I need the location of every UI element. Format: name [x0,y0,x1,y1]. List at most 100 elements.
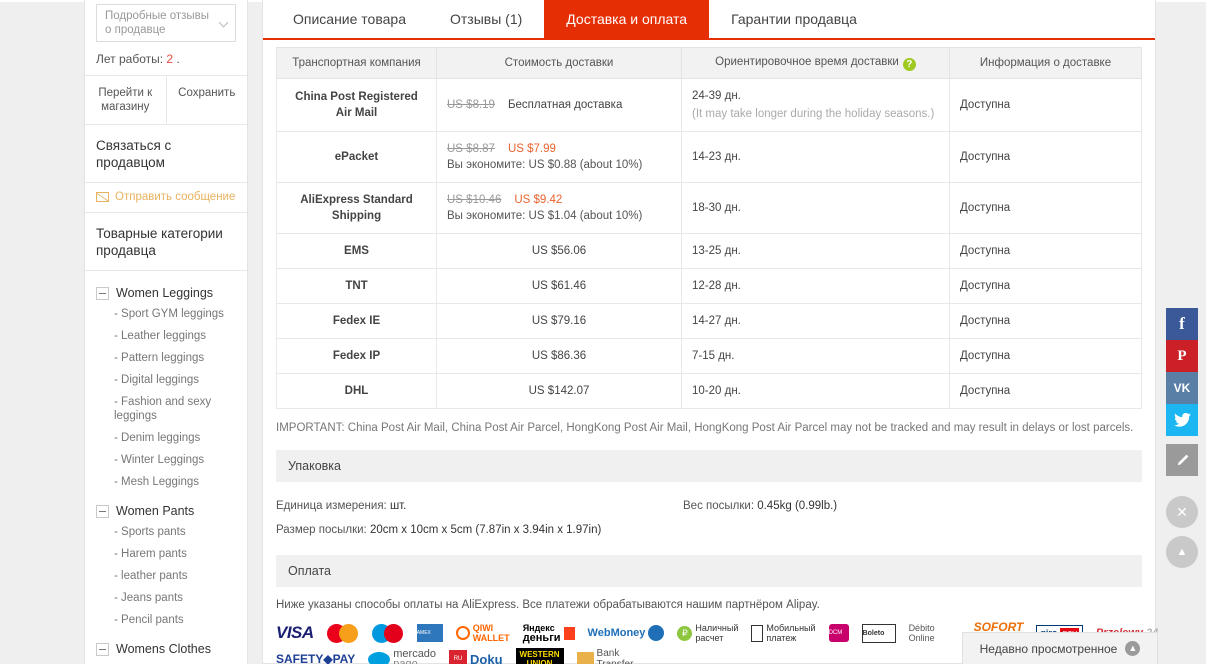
table-row: TNT US $61.46 12-28 дн. Доступна [276,268,1142,304]
th-time-label: Ориентировочное время доставки [715,56,899,68]
old-price: US $8.87 [447,143,495,155]
maestro-icon [371,623,404,643]
cell-cost: US $86.36 [436,338,682,374]
cell-cost: US $8.19 Бесплатная доставка [436,78,682,132]
collapse-minus-icon[interactable] [96,642,109,656]
cell-company: AliExpress Standard Shipping [276,182,437,234]
table-row: Fedex IP US $86.36 7-15 дн. Доступна [276,338,1142,374]
tab-seller-guarantees[interactable]: Гарантии продавца [709,0,879,40]
shipping-table-wrap: Транспортная компания Стоимость доставки… [263,47,1155,409]
collapse-minus-icon[interactable] [96,504,109,518]
cell-info: Доступна [949,233,1142,269]
seller-reviews-dropdown-label: Подробные отзывы о продавце [105,10,210,36]
category-item[interactable]: - Mesh Leggings [96,471,236,493]
chevron-up-icon[interactable]: ▲ [1125,641,1141,656]
th-cost: Стоимость доставки [436,47,682,79]
cell-time: 7-15 дн. [681,338,950,374]
webmoney-icon: WebMoney [588,625,665,641]
table-header-row: Транспортная компания Стоимость доставки… [276,47,1142,79]
seller-action-buttons: Перейти к магазину Сохранить [85,76,247,125]
edit-pencil-icon[interactable] [1166,444,1198,476]
tab-bar: Описание товара Отзывы (1) Доставка и оп… [263,0,1155,40]
payment-note: Ниже указаны способы оплаты на AliExpres… [276,599,820,611]
th-time: Ориентировочное время доставки? [681,47,950,79]
category-item[interactable]: - Pattern leggings [96,347,236,369]
tab-reviews[interactable]: Отзывы (1) [428,0,544,40]
category-item[interactable]: - Jeans pants [96,587,236,609]
goto-store-button[interactable]: Перейти к магазину [85,76,166,124]
important-note: IMPORTANT: China Post Air Mail, China Po… [276,422,1134,434]
category-item[interactable]: - Leather leggings [96,325,236,347]
category-header-women-leggings[interactable]: Women Leggings [96,283,236,303]
twitter-bird-glyph [1173,413,1191,427]
unit-value: шт. [389,500,407,512]
category-group: Womens Clothes - Crop Top - T-Shirts [96,639,236,664]
category-header-womens-clothes[interactable]: Womens Clothes [96,639,236,659]
category-name: Women Leggings [116,286,214,300]
cell-cost: US $61.46 [436,268,682,304]
envelope-icon [96,192,109,202]
send-message-link[interactable]: Отправить сообщение [85,183,247,213]
close-icon[interactable]: ✕ [1166,496,1198,528]
packaging-details: Единица измерения: шт. Размер посылки: 2… [263,482,1155,542]
category-name: Womens Clothes [116,642,211,656]
category-item[interactable]: - Sport GYM leggings [96,303,236,325]
price: US $9.42 [514,194,563,206]
category-item[interactable]: - Crop Top [96,659,236,664]
unit-label: Единица измерения: [276,500,387,512]
category-item[interactable]: - Denim leggings [96,427,236,449]
category-header-women-pants[interactable]: Women Pants [96,501,236,521]
cell-info: Доступна [949,338,1142,374]
years-label: Лет работы: [96,52,164,66]
seller-category-tree: Women Leggings - Sport GYM leggings - Le… [85,271,247,664]
twitter-icon[interactable] [1166,404,1198,436]
table-row: AliExpress Standard Shipping US $10.46 U… [276,182,1142,234]
mercado-pago-icon: mercado pago [368,649,436,664]
yandex-money-icon: Яндекс деньги [523,623,575,644]
years-in-business: Лет работы: 2 . [85,42,247,76]
time-range: 24-39 дн. [692,90,741,102]
cell-company: TNT [276,268,437,304]
category-item[interactable]: - Sports pants [96,521,236,543]
help-icon[interactable]: ? [902,58,916,71]
contact-seller-title: Связаться с продавцом [85,125,247,183]
facebook-icon[interactable]: f [1166,308,1198,340]
scroll-top-icon[interactable]: ▲ [1166,536,1198,568]
payment-section-title: Оплата [276,555,1142,587]
cell-company: Fedex IP [276,338,437,374]
packaging-section-title: Упаковка [276,450,1142,482]
table-row: DHL US $142.07 10-20 дн. Доступна [276,373,1142,409]
western-union-icon: WESTERN UNION [515,648,564,664]
vk-icon[interactable]: VK [1166,372,1198,404]
recently-viewed-bar[interactable]: Недавно просмотренное ▲ [962,632,1158,664]
chevron-down-icon [218,17,229,28]
free-shipping-label: Бесплатная доставка [507,99,623,111]
shipping-table: Транспортная компания Стоимость доставки… [276,47,1142,409]
pinterest-icon[interactable]: P [1166,340,1198,372]
category-item[interactable]: - Harem pants [96,543,236,565]
category-item[interactable]: - Fashion and sexy leggings [96,391,236,427]
cell-info: Доступна [949,373,1142,409]
cell-info: Доступна [949,303,1142,339]
category-item[interactable]: - Digital leggings [96,369,236,391]
years-suffix: . [176,52,180,66]
tab-shipping-payment[interactable]: Доставка и оплата [544,0,710,40]
social-share-rail: f P VK ✕ ▲ [1166,308,1198,568]
seller-reviews-dropdown[interactable]: Подробные отзывы о продавце [96,4,236,42]
tab-description[interactable]: Описание товара [271,0,428,40]
save-seller-button[interactable]: Сохранить [165,76,248,124]
cell-time: 10-20 дн. [681,373,950,409]
category-item[interactable]: - Pencil pants [96,609,236,631]
collapse-minus-icon[interactable] [96,286,109,300]
category-group: Women Leggings - Sport GYM leggings - Le… [96,283,236,493]
table-row: China Post Registered Air Mail US $8.19 … [276,78,1142,132]
category-item[interactable]: - leather pants [96,565,236,587]
table-row: ePacket US $8.87 US $7.99 Вы экономите: … [276,131,1142,183]
cell-time: 24-39 дн. (It may take longer during the… [681,78,950,132]
category-item[interactable]: - Winter Leggings [96,449,236,471]
dcm-icon: DCM [828,624,849,642]
table-row: Fedex IE US $79.16 14-27 дн. Доступна [276,303,1142,339]
price: US $7.99 [507,143,556,155]
cell-cost: US $56.06 [436,233,682,269]
size-value: 20cm x 10cm x 5cm (7.87in x 3.94in x 1.9… [369,524,602,536]
